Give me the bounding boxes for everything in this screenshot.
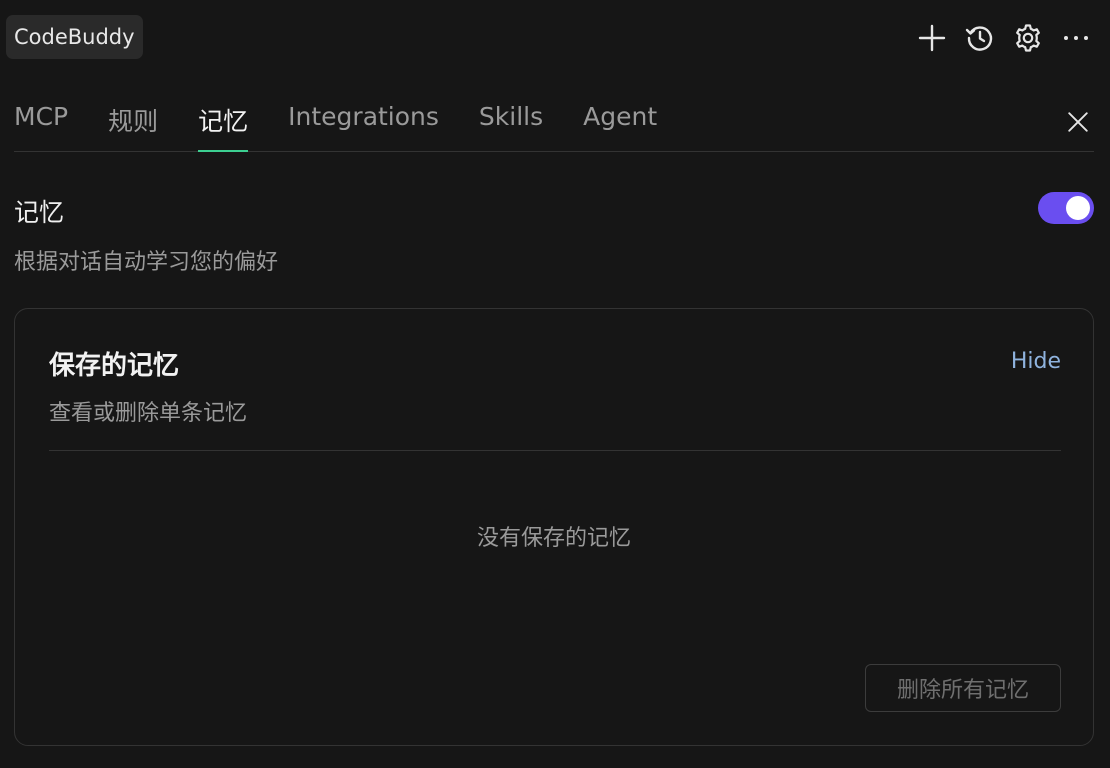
divider <box>49 450 1061 451</box>
tab-agent[interactable]: Agent <box>583 102 657 151</box>
memory-setting-title: 记忆 <box>14 198 65 227</box>
toggle-knob <box>1066 196 1090 220</box>
plus-icon <box>918 24 946 52</box>
tab-skills[interactable]: Skills <box>479 102 543 151</box>
memory-toggle[interactable] <box>1038 192 1094 224</box>
app-title-label: CodeBuddy <box>14 25 135 49</box>
settings-panel: CodeBuddy MCP 规则 记忆 Integrations Skills … <box>0 0 1110 768</box>
new-chat-button[interactable] <box>916 18 948 58</box>
gear-icon <box>1016 24 1040 52</box>
empty-state-text: 没有保存的记忆 <box>476 526 631 551</box>
tab-rules[interactable]: 规则 <box>108 102 158 151</box>
more-icon <box>1064 36 1088 40</box>
tab-mcp[interactable]: MCP <box>14 102 68 151</box>
history-button[interactable] <box>964 18 996 58</box>
memory-setting-description: 根据对话自动学习您的偏好 <box>14 250 279 275</box>
history-icon <box>965 26 993 51</box>
hide-link[interactable]: Hide <box>1011 349 1061 374</box>
settings-button[interactable] <box>1012 18 1044 58</box>
tab-integrations[interactable]: Integrations <box>288 102 439 151</box>
more-button[interactable] <box>1060 18 1092 58</box>
close-button[interactable] <box>1062 106 1094 138</box>
saved-memories-card: 保存的记忆 查看或删除单条记忆 Hide 没有保存的记忆 删除所有记忆 <box>14 308 1094 746</box>
tab-memory[interactable]: 记忆 <box>198 102 249 152</box>
saved-memories-subtitle: 查看或删除单条记忆 <box>49 401 248 426</box>
delete-all-memories-button[interactable]: 删除所有记忆 <box>865 664 1061 712</box>
settings-tabs: MCP 规则 记忆 Integrations Skills Agent <box>14 102 1094 152</box>
close-icon <box>1068 112 1088 132</box>
header-actions <box>916 18 1092 58</box>
saved-memories-title: 保存的记忆 <box>49 351 180 381</box>
app-title: CodeBuddy <box>6 15 143 59</box>
